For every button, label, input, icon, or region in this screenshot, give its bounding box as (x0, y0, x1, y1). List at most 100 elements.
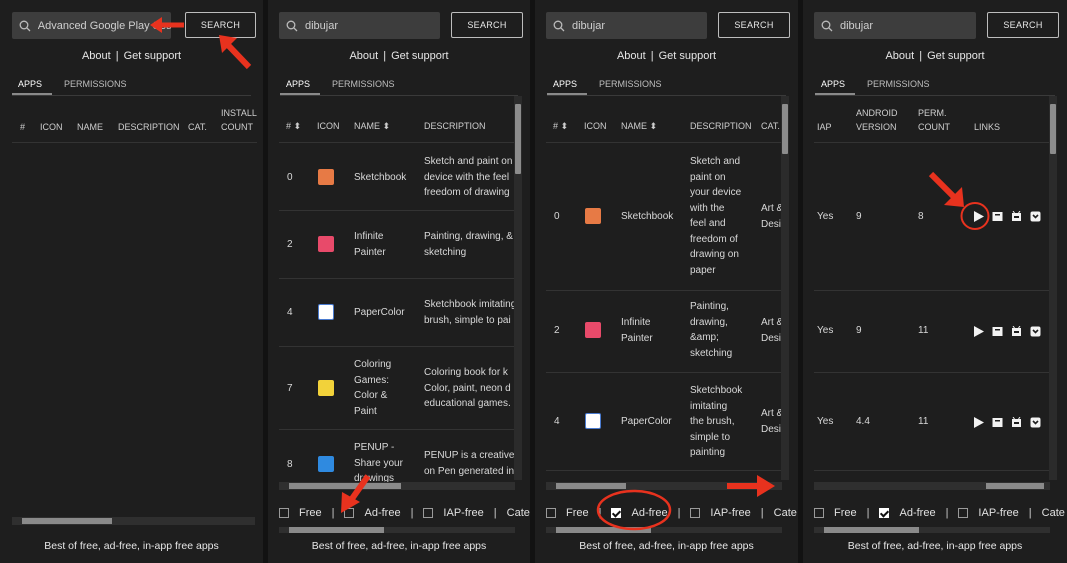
tab-permissions[interactable]: PERMISSIONS (58, 79, 137, 95)
header-divider (279, 142, 515, 143)
scrollbar-thumb[interactable] (824, 527, 919, 533)
adfree-checkbox[interactable] (879, 508, 890, 518)
penup-icon[interactable] (318, 456, 334, 472)
download-icon[interactable] (1029, 416, 1041, 428)
tab-apps[interactable]: APPS (12, 79, 53, 95)
app-name[interactable]: Coloring Games: Color & Paint (354, 357, 391, 419)
vertical-scrollbar[interactable] (781, 96, 789, 480)
play-store-icon[interactable] (972, 325, 984, 337)
col-header-icon[interactable]: ICON (584, 119, 607, 133)
play-store-icon[interactable] (972, 416, 984, 428)
free-checkbox[interactable] (546, 508, 556, 518)
store-link-icon[interactable] (991, 325, 1003, 337)
android-link-icon[interactable] (1010, 210, 1022, 222)
app-name[interactable]: Infinite Painter (354, 229, 386, 260)
app-name[interactable]: PaperColor (354, 305, 405, 321)
col-header-cat[interactable]: CAT. (761, 119, 780, 133)
iapfree-checkbox[interactable] (958, 508, 969, 518)
get-support-link[interactable]: Get support (927, 50, 984, 62)
horizontal-scrollbar[interactable] (12, 517, 255, 525)
horizontal-scrollbar[interactable] (814, 482, 1050, 490)
about-link[interactable]: About (82, 50, 111, 62)
category-label[interactable]: Cate (507, 507, 530, 519)
about-link[interactable]: About (349, 50, 378, 62)
search-button[interactable]: SEARCH (451, 12, 523, 38)
row-divider (546, 372, 782, 373)
tab-apps[interactable]: APPS (815, 79, 856, 95)
tab-permissions[interactable]: PERMISSIONS (326, 79, 405, 95)
about-link[interactable]: About (617, 50, 646, 62)
free-checkbox[interactable] (279, 508, 289, 518)
col-header-name[interactable]: NAME ⬍ (354, 119, 390, 133)
sketchbook-icon[interactable] (585, 208, 601, 224)
infinite-painter-icon[interactable] (318, 236, 334, 252)
android-link-icon[interactable] (1010, 325, 1022, 337)
category-label[interactable]: Cate (1042, 507, 1065, 519)
search-button[interactable]: SEARCH (718, 12, 790, 38)
col-header-num[interactable]: # ⬍ (553, 119, 568, 133)
iapfree-checkbox[interactable] (423, 508, 434, 518)
free-checkbox[interactable] (814, 508, 824, 518)
col-header-name[interactable]: NAME (77, 120, 103, 134)
search-icon (12, 20, 38, 32)
app-name[interactable]: PaperColor (621, 414, 672, 430)
android-link-icon[interactable] (1010, 416, 1022, 428)
get-support-link[interactable]: Get support (659, 50, 716, 62)
vertical-scrollbar[interactable] (1049, 96, 1057, 480)
col-header-android-version[interactable]: ANDROID VERSION (856, 106, 898, 134)
get-support-link[interactable]: Get support (124, 50, 181, 62)
col-header-num[interactable]: # ⬍ (286, 119, 301, 133)
scrollbar-thumb[interactable] (515, 104, 521, 174)
app-name[interactable]: Infinite Painter (621, 315, 653, 346)
app-name[interactable]: Sketchbook (354, 170, 406, 186)
tab-bar: APPS PERMISSIONS (815, 79, 940, 95)
col-header-iap[interactable]: IAP (817, 120, 832, 134)
scrollbar-thumb[interactable] (986, 483, 1044, 489)
scrollbar-thumb[interactable] (1050, 104, 1056, 154)
col-header-description[interactable]: DESCRIPTION (690, 119, 752, 133)
col-header-links[interactable]: LINKS (974, 120, 1000, 134)
col-header-perm-count[interactable]: PERM. COUNT (918, 106, 950, 134)
iapfree-checkbox[interactable] (690, 508, 701, 518)
tab-permissions[interactable]: PERMISSIONS (861, 79, 940, 95)
infinite-painter-icon[interactable] (585, 322, 601, 338)
col-header-icon[interactable]: ICON (40, 120, 63, 134)
tab-apps[interactable]: APPS (547, 79, 588, 95)
row-num: 4 (287, 307, 293, 318)
coloring-games-icon[interactable] (318, 380, 334, 396)
scrollbar-thumb[interactable] (782, 104, 788, 154)
scrollbar-thumb[interactable] (289, 527, 384, 533)
search-button[interactable]: SEARCH (987, 12, 1059, 38)
filter-scrollbar[interactable] (279, 527, 515, 533)
col-header-name[interactable]: NAME ⬍ (621, 119, 657, 133)
download-icon[interactable] (1029, 325, 1041, 337)
search-input[interactable]: Advanced Google Play Sea (12, 12, 171, 39)
col-header-description[interactable]: DESCRIPTION (424, 119, 486, 133)
about-link[interactable]: About (885, 50, 914, 62)
sketchbook-icon[interactable] (318, 169, 334, 185)
search-input[interactable]: dibujar (814, 12, 976, 39)
horizontal-scrollbar[interactable] (279, 482, 515, 490)
store-link-icon[interactable] (991, 210, 1003, 222)
tab-permissions[interactable]: PERMISSIONS (593, 79, 672, 95)
col-header-cat[interactable]: CAT. (188, 120, 207, 134)
col-header-description[interactable]: DESCRIPTION (118, 120, 180, 134)
tab-apps[interactable]: APPS (280, 79, 321, 95)
get-support-link[interactable]: Get support (391, 50, 448, 62)
vertical-scrollbar[interactable] (514, 96, 522, 480)
filter-scrollbar[interactable] (814, 527, 1050, 533)
papercolor-icon[interactable] (318, 304, 334, 320)
filter-separator: | (945, 507, 949, 519)
category-label[interactable]: Cate (774, 507, 797, 519)
download-icon[interactable] (1029, 210, 1041, 222)
app-name[interactable]: Sketchbook (621, 209, 673, 225)
papercolor-icon[interactable] (585, 413, 601, 429)
col-header-icon[interactable]: ICON (317, 119, 340, 133)
scrollbar-thumb[interactable] (22, 518, 112, 524)
store-link-icon[interactable] (991, 416, 1003, 428)
col-header-install[interactable]: INSTALL (221, 106, 257, 120)
search-input[interactable]: dibujar (546, 12, 707, 39)
col-header-num[interactable]: # (20, 120, 25, 134)
col-header-count[interactable]: COUNT (221, 120, 253, 134)
search-input[interactable]: dibujar (279, 12, 440, 39)
